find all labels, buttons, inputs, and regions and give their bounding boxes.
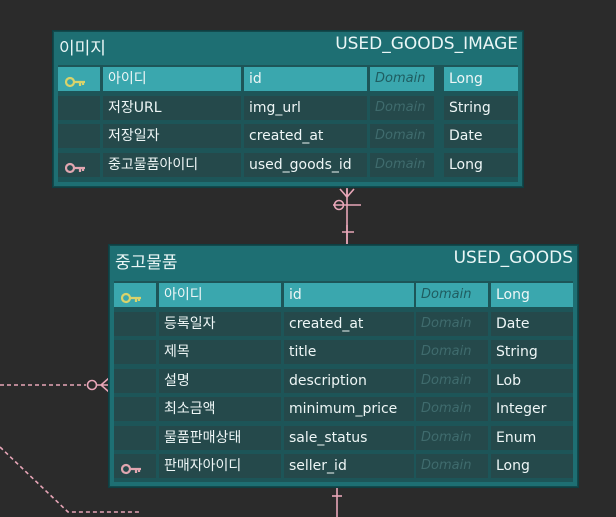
attribute-physical-name: minimum_price bbox=[284, 397, 414, 421]
attribute-type: Long bbox=[444, 67, 518, 91]
attribute-row[interactable]: 아이디 id Domain Long bbox=[58, 65, 518, 93]
attribute-physical-name: id bbox=[244, 67, 367, 91]
key-cell bbox=[114, 454, 156, 478]
entity-used-goods-image[interactable]: 이미지 USED_GOODS_IMAGE 아이디 id Domain Long 저장UR… bbox=[52, 30, 524, 188]
key-cell bbox=[114, 340, 156, 364]
attribute-domain: Domain bbox=[370, 95, 434, 120]
attribute-logical-name: 저장일자 bbox=[103, 124, 241, 148]
attribute-logical-name: 설명 bbox=[159, 368, 281, 393]
key-cell bbox=[58, 124, 100, 148]
entity-header: 중고물품 USED_GOODS bbox=[109, 245, 578, 273]
attribute-row[interactable]: 아이디 id Domain Long bbox=[114, 281, 573, 309]
attribute-domain: Domain bbox=[416, 397, 488, 421]
entity-physical-name: USED_GOODS_IMAGE bbox=[335, 34, 518, 54]
attribute-domain: Domain bbox=[416, 311, 488, 336]
attribute-type: String bbox=[491, 340, 573, 364]
attribute-row[interactable]: 제목 title Domain String bbox=[114, 338, 573, 366]
attribute-logical-name: 물품판매상태 bbox=[159, 425, 281, 450]
key-cell bbox=[58, 152, 100, 177]
entity-logical-name: 중고물품 bbox=[115, 253, 178, 273]
attribute-physical-name: img_url bbox=[244, 95, 367, 120]
attribute-row[interactable]: 판매자아이디 seller_id Domain Long bbox=[114, 452, 573, 480]
attribute-domain: Domain bbox=[370, 124, 434, 148]
key-cell bbox=[114, 311, 156, 336]
attribute-physical-name: seller_id bbox=[284, 454, 414, 478]
attribute-domain: Domain bbox=[416, 425, 488, 450]
key-cell bbox=[114, 368, 156, 393]
attribute-physical-name: sale_status bbox=[284, 425, 414, 450]
attribute-type: Long bbox=[444, 152, 518, 177]
attribute-row[interactable]: 설명 description Domain Lob bbox=[114, 367, 573, 395]
attribute-type: Date bbox=[444, 124, 518, 148]
attribute-logical-name: 아이디 bbox=[103, 67, 241, 91]
attribute-domain: Domain bbox=[416, 454, 488, 478]
attribute-row[interactable]: 저장URL img_url Domain String bbox=[58, 94, 518, 122]
entity-logical-name: 이미지 bbox=[59, 39, 106, 59]
key-cell bbox=[114, 397, 156, 421]
attribute-row[interactable]: 물품판매상태 sale_status Domain Enum bbox=[114, 424, 573, 452]
attribute-physical-name: id bbox=[284, 283, 414, 307]
attribute-type: Long bbox=[491, 454, 573, 478]
attribute-domain: Domain bbox=[416, 368, 488, 393]
entity-used-goods[interactable]: 중고물품 USED_GOODS 아이디 id Domain Long 등록일자 creat… bbox=[108, 244, 579, 488]
attribute-type: Long bbox=[491, 283, 573, 307]
attribute-row[interactable]: 중고물품아이디 used_goods_id Domain Long bbox=[58, 151, 518, 179]
fk-key-icon bbox=[120, 460, 143, 478]
fk-key-icon bbox=[64, 159, 87, 177]
entity-attributes: 아이디 id Domain Long 등록일자 created_at Domain Date 제… bbox=[114, 281, 573, 482]
attribute-logical-name: 등록일자 bbox=[159, 311, 281, 336]
optional-circle-left bbox=[86, 379, 98, 391]
attribute-logical-name: 저장URL bbox=[103, 95, 241, 120]
attribute-type: String bbox=[444, 95, 518, 120]
key-cell bbox=[58, 95, 100, 120]
attribute-physical-name: created_at bbox=[244, 124, 367, 148]
attribute-domain: Domain bbox=[416, 283, 488, 307]
attribute-domain: Domain bbox=[370, 152, 434, 177]
attribute-logical-name: 제목 bbox=[159, 340, 281, 364]
key-cell bbox=[114, 283, 156, 307]
attribute-physical-name: used_goods_id bbox=[244, 152, 367, 177]
attribute-physical-name: title bbox=[284, 340, 414, 364]
attribute-row[interactable]: 최소금액 minimum_price Domain Integer bbox=[114, 395, 573, 423]
attribute-type: Integer bbox=[491, 397, 573, 421]
attribute-physical-name: created_at bbox=[284, 311, 414, 336]
attribute-logical-name: 아이디 bbox=[159, 283, 281, 307]
attribute-row[interactable]: 등록일자 created_at Domain Date bbox=[114, 310, 573, 338]
one-bar-goods bbox=[342, 225, 354, 244]
attribute-type: Lob bbox=[491, 368, 573, 393]
key-cell bbox=[58, 67, 100, 91]
attribute-domain: Domain bbox=[416, 340, 488, 364]
attribute-type: Date bbox=[491, 311, 573, 336]
attribute-domain: Domain bbox=[370, 67, 434, 91]
attribute-type: Enum bbox=[491, 425, 573, 450]
entity-attributes: 아이디 id Domain Long 저장URL img_url Domain String 저… bbox=[58, 65, 518, 182]
crow-foot-image bbox=[339, 188, 355, 199]
key-cell bbox=[114, 425, 156, 450]
attribute-logical-name: 최소금액 bbox=[159, 397, 281, 421]
attribute-logical-name: 중고물품아이디 bbox=[103, 152, 241, 177]
pk-key-icon bbox=[120, 289, 143, 307]
attribute-row[interactable]: 저장일자 created_at Domain Date bbox=[58, 122, 518, 150]
attribute-logical-name: 판매자아이디 bbox=[159, 454, 281, 478]
entity-physical-name: USED_GOODS bbox=[453, 248, 573, 268]
pk-key-icon bbox=[64, 73, 87, 91]
attribute-physical-name: description bbox=[284, 368, 414, 393]
entity-header: 이미지 USED_GOODS_IMAGE bbox=[53, 31, 523, 59]
